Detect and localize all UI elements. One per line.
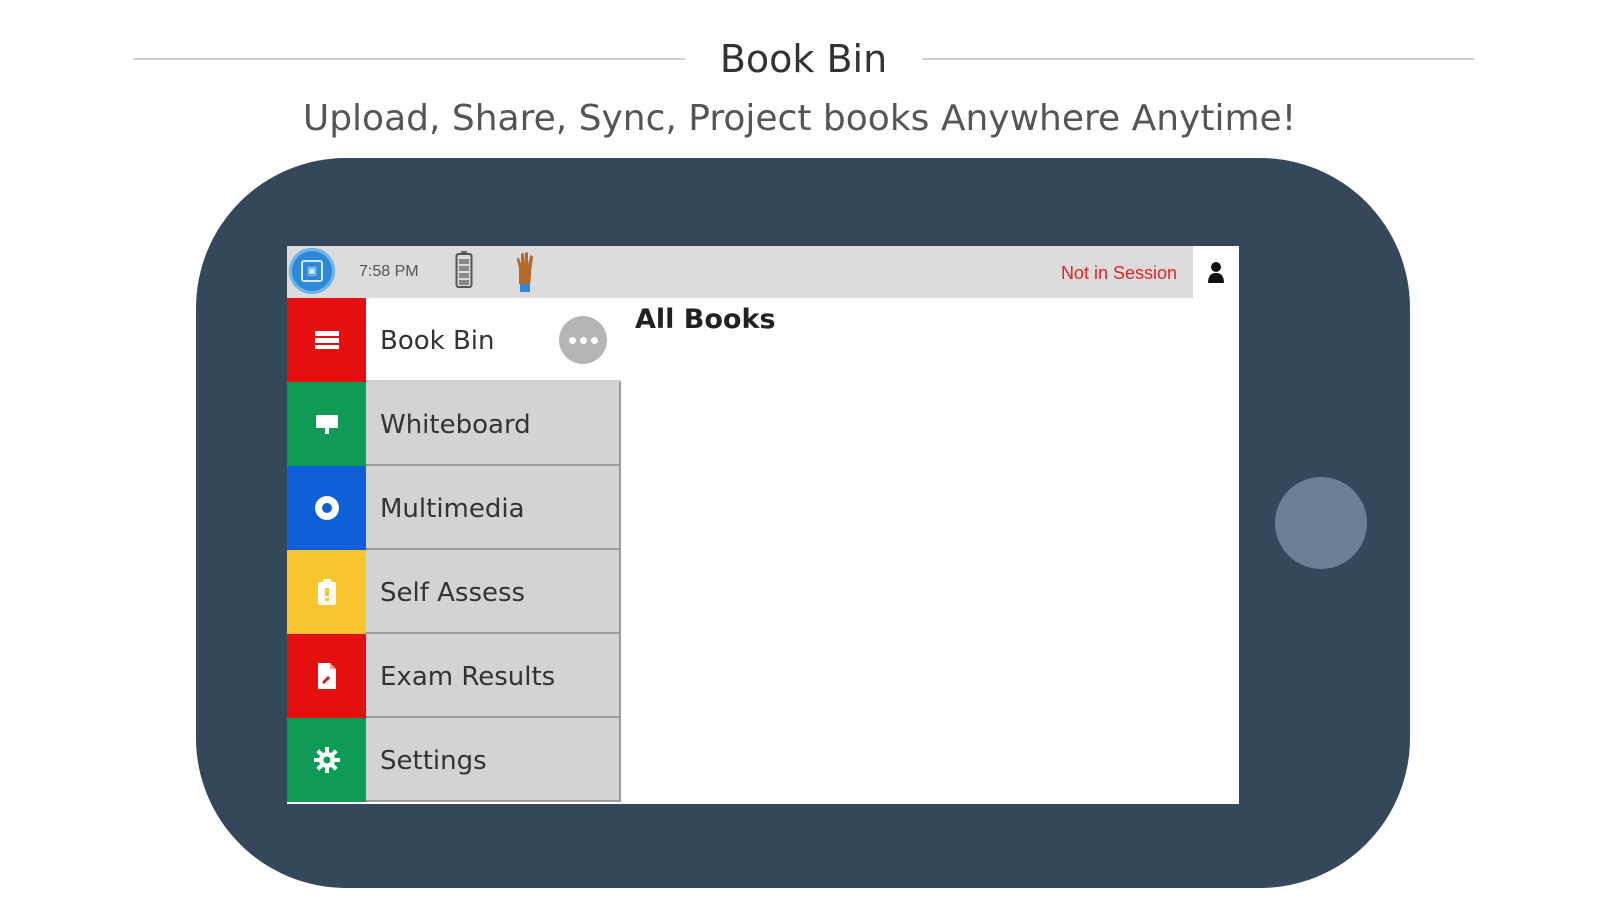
page-subtitle: Upload, Share, Sync, Project books Anywh… (302, 98, 1297, 139)
page-title: Book Bin (719, 37, 888, 81)
user-icon (1208, 262, 1224, 283)
exam-results-label-box: Exam Results (366, 634, 621, 718)
book-icon (314, 331, 339, 349)
sidebar-item-whiteboard[interactable]: Whiteboard (287, 382, 621, 466)
battery-icon (455, 251, 473, 288)
exam-results-icon (317, 663, 336, 689)
sidebar-item-book-bin[interactable]: Book Bin (287, 298, 621, 382)
sidebar-item-multimedia[interactable]: Multimedia (287, 466, 621, 550)
multimedia-icon (314, 496, 339, 520)
more-options-icon (568, 336, 576, 344)
sidebar-item-label: Multimedia (380, 494, 525, 524)
raise-hand-icon[interactable] (511, 250, 537, 292)
status-time: 7:58 PM (359, 263, 419, 280)
more-options-icon (590, 336, 598, 344)
self-assess-icon (317, 579, 336, 605)
sidebar-item-label: Whiteboard (380, 410, 531, 440)
whiteboard-swatch (287, 382, 366, 466)
content-title: All Books (635, 304, 776, 335)
whiteboard-label-box: Whiteboard (366, 382, 621, 466)
book-bin-swatch (287, 298, 366, 382)
session-status: Not in Session (1060, 263, 1177, 283)
multimedia-label-box: Multimedia (366, 466, 621, 550)
sidebar-item-self-assess[interactable]: Self Assess (287, 550, 621, 634)
settings-label-box: Settings (366, 718, 621, 802)
profile-button[interactable] (1193, 246, 1239, 298)
page: Book Bin Upload, Share, Sync, Project bo… (0, 0, 1599, 900)
settings-swatch (287, 718, 366, 802)
sidebar-item-exam-results[interactable]: Exam Results (287, 634, 621, 718)
exam-results-swatch (287, 634, 366, 718)
more-options-button[interactable] (559, 316, 607, 364)
app-logo-icon[interactable]: ▣ (289, 248, 335, 294)
sidebar-item-label: Self Assess (380, 578, 526, 608)
header-divider-right (922, 58, 1474, 60)
sidebar-item-label: Book Bin (380, 326, 495, 356)
main-content: All Books (623, 298, 1239, 804)
book-bin-label-box: Book Bin (366, 298, 621, 382)
sidebar-item-label: Settings (380, 746, 487, 776)
header-divider-left (133, 58, 685, 60)
status-bar: ▣ 7:58 PM Not in Session (287, 246, 1239, 298)
sidebar-item-label: Exam Results (380, 662, 556, 692)
more-options-icon (579, 336, 587, 344)
whiteboard-icon (315, 415, 338, 434)
sidebar-menu: Book Bin Whiteboard Multimedia Self Asse… (287, 298, 621, 804)
gear-icon (313, 747, 340, 773)
self-assess-swatch (287, 550, 366, 634)
app-logo-mark: ▣ (301, 260, 323, 282)
self-assess-label-box: Self Assess (366, 550, 621, 634)
device-screen: ▣ 7:58 PM Not in Session Book Bin Whiteb… (287, 246, 1239, 804)
multimedia-swatch (287, 466, 366, 550)
sidebar-item-settings[interactable]: Settings (287, 718, 621, 802)
home-button[interactable] (1275, 477, 1367, 569)
